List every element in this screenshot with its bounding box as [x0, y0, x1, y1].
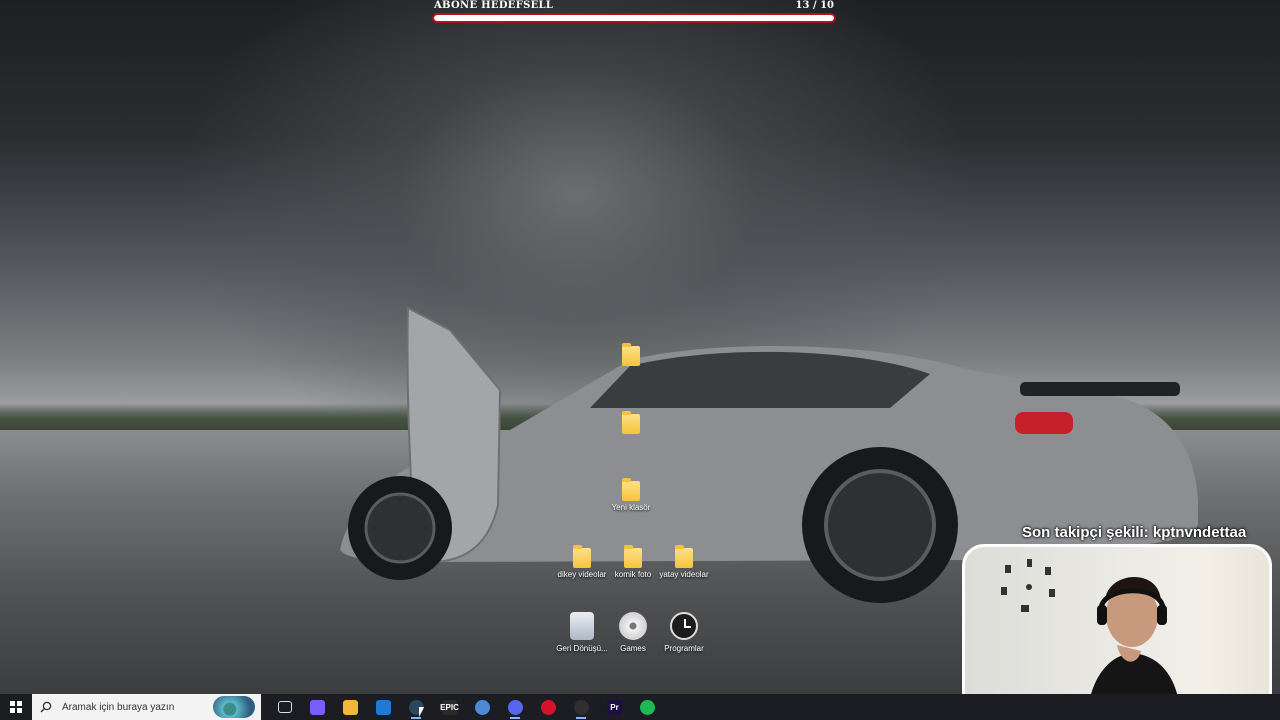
desktop-folder-yatay-videolar[interactable]: yatay videolar: [656, 545, 712, 580]
taskbar-task-view-button[interactable]: [268, 694, 301, 720]
desktop-icon-label: Games: [620, 644, 646, 653]
disc-icon: [619, 612, 647, 640]
webcam-overlay: [962, 544, 1272, 714]
taskbar-discord-button[interactable]: [499, 694, 532, 720]
goal-title: ABONE HEDEFSELL: [434, 0, 554, 11]
start-button[interactable]: [0, 694, 32, 720]
desktop-icon-label: Programlar: [664, 644, 704, 653]
search-icon: [40, 701, 52, 713]
folder-icon: [573, 545, 591, 568]
clock-icon: [670, 612, 698, 640]
taskbar-opera-gx-button[interactable]: [532, 694, 565, 720]
task-view-icon: [277, 701, 292, 713]
desktop-icon-label: komik foto: [614, 570, 652, 579]
folder-icon: [675, 545, 693, 568]
app-blue-icon: [475, 699, 490, 715]
spotify-icon: [640, 699, 655, 715]
goal-count: 13 / 10: [795, 0, 834, 11]
streamer-person: [1087, 576, 1181, 711]
taskbar-search[interactable]: [32, 694, 261, 720]
taskbar-file-explorer-button[interactable]: [334, 694, 367, 720]
desktop-recycle-bin[interactable]: Geri Dönüşü...: [554, 612, 610, 654]
taskbar-premiere-pro-button[interactable]: Pr: [598, 694, 631, 720]
file-explorer-icon: [343, 699, 358, 715]
desktop-icon-label: dikey videolar: [557, 570, 607, 579]
recycle-bin-icon: [570, 612, 594, 640]
desktop-icon-label: Geri Dönüşü...: [556, 644, 608, 653]
discord-icon: [508, 699, 523, 715]
folder-icon: [622, 343, 640, 366]
desktop-icon-label: Yeni klasör: [611, 503, 651, 512]
latest-follower-text: Son takipçi şekili: kptnvndettaa: [1022, 524, 1247, 541]
taskbar-copilot-button[interactable]: [301, 694, 334, 720]
desktop-games[interactable]: Games: [605, 612, 661, 654]
desktop-icon-label: yatay videolar: [659, 570, 709, 579]
search-input[interactable]: [60, 700, 214, 714]
taskbar-mail-button[interactable]: [367, 694, 400, 720]
folder-icon: [622, 478, 640, 501]
epic-games-icon: EPIC: [440, 699, 459, 715]
wall-clock-decor: [1001, 559, 1055, 612]
pinned-apps: EPIC Pr: [268, 694, 664, 720]
copilot-icon: [310, 699, 325, 715]
premiere-pro-icon: Pr: [607, 699, 622, 715]
search-highlight-image: [213, 696, 255, 718]
desktop-folder[interactable]: [603, 411, 659, 436]
desktop-folder[interactable]: [603, 343, 659, 368]
subscriber-goal-widget: ABONE HEDEFSELL 13 / 10: [432, 0, 838, 28]
folder-icon: [624, 545, 642, 568]
desktop-folder-dikey-videolar[interactable]: dikey videolar: [554, 545, 610, 580]
taskbar-obs-button[interactable]: [565, 694, 598, 720]
taskbar: EPIC Pr: [0, 694, 1280, 720]
taskbar-steam-button[interactable]: [400, 694, 433, 720]
opera-gx-icon: [541, 699, 556, 715]
desktop-folder-yeni-klasor[interactable]: Yeni klasör: [603, 478, 659, 513]
taskbar-epic-games-button[interactable]: EPIC: [433, 694, 466, 720]
desktop-programlar[interactable]: Programlar: [656, 612, 712, 654]
taskbar-app-blue-button[interactable]: [466, 694, 499, 720]
desktop-folder-komik-foto[interactable]: komik foto: [605, 545, 661, 580]
mouse-cursor: [419, 707, 424, 717]
obs-icon: [574, 699, 589, 715]
mail-icon: [376, 699, 391, 715]
goal-progress-track: [432, 13, 836, 23]
taskbar-spotify-button[interactable]: [631, 694, 664, 720]
folder-icon: [622, 411, 640, 434]
windows-logo-icon: [10, 701, 22, 713]
goal-progress-fill: [434, 15, 834, 21]
